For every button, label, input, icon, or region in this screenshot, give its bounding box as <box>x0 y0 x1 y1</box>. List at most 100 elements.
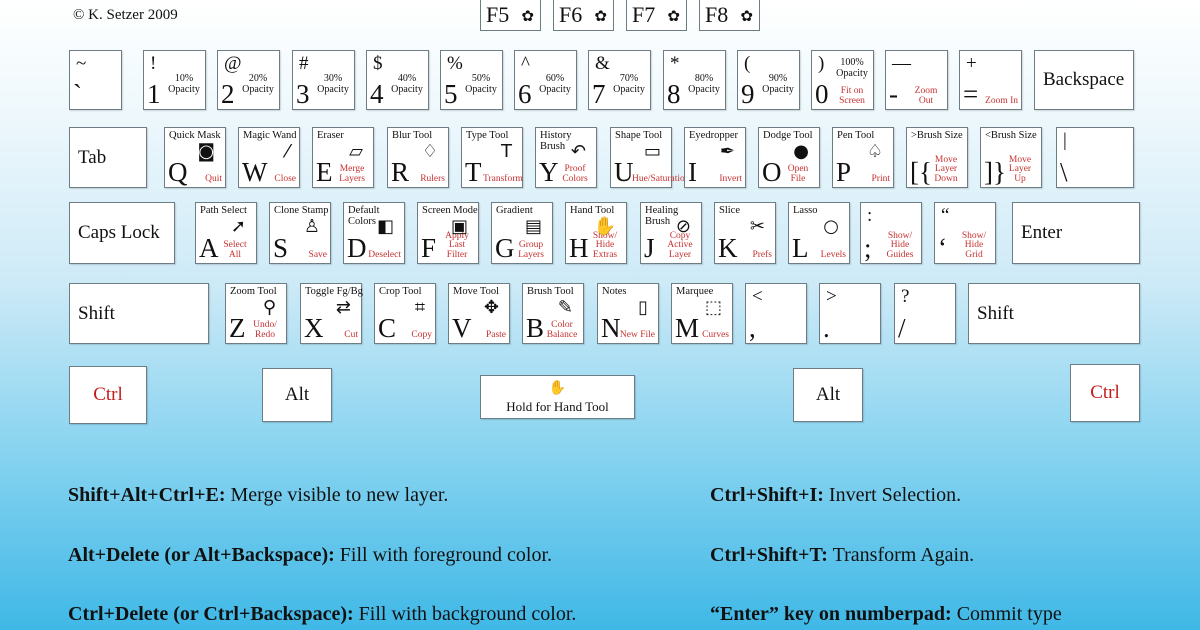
opacity-label: 10% Opacity <box>168 73 200 95</box>
tool-name: Magic Wand <box>243 130 297 141</box>
main-char: B <box>526 313 545 343</box>
key-ctrl-right[interactable]: Ctrl <box>1070 364 1140 422</box>
key-o[interactable]: Dodge Tool O Open File ● <box>758 127 820 188</box>
key-f6[interactable]: F6 ✿ <box>553 0 614 31</box>
main-char: X <box>304 313 324 343</box>
key-6[interactable]: ^ 6 60% Opacity <box>514 50 577 110</box>
key-2[interactable]: @2 20% Opacity <box>217 50 280 110</box>
pen-icon: ♤ <box>866 141 883 162</box>
main-char: A <box>199 233 219 263</box>
key-sym011[interactable]: — - Zoom Out <box>885 50 948 110</box>
key-label: Caps Lock <box>78 222 160 243</box>
key-d[interactable]: Default Colors D Deselect ◧ <box>343 202 405 264</box>
shortcut-keys: Ctrl+Shift+T: <box>710 543 828 566</box>
key-capslock[interactable]: Caps Lock <box>69 202 175 264</box>
tool-name: Move Tool <box>453 286 500 297</box>
key-z[interactable]: Zoom Tool Z Undo/ Redo ⚲ <box>225 283 287 344</box>
main-char: K <box>718 233 738 263</box>
key-m[interactable]: Marquee M Curves ⬚ <box>671 283 733 344</box>
tool-name: Clone Stamp <box>274 205 329 216</box>
key-label: Alt <box>815 384 841 405</box>
key-7[interactable]: & 7 70% Opacity <box>588 50 651 110</box>
key-r[interactable]: Blur Tool R Rulers ♢ <box>387 127 449 188</box>
key-label: F7 <box>632 2 656 27</box>
key-q[interactable]: Quick Mask Q Quit ◙ <box>164 127 226 188</box>
key-x[interactable]: Toggle Fg/Bg X Cut ⇄ <box>300 283 363 344</box>
main-char: / <box>898 313 906 343</box>
shortcut-description: Merge visible to new layer. <box>225 484 449 506</box>
brush-icon: ✎ <box>557 297 573 318</box>
key-backspace[interactable]: Backspace <box>1034 50 1134 110</box>
key-sym211[interactable]: “ ‘ Show/ Hide Grid <box>934 202 996 264</box>
key-label: Backspace <box>1043 69 1125 90</box>
key-e[interactable]: Eraser E Merge Layers ▱ <box>312 127 374 188</box>
key-label: F6 <box>559 2 583 27</box>
key-h[interactable]: Hand Tool H Show/ Hide Extras ✋ <box>565 202 627 264</box>
key-tab[interactable]: Tab <box>69 127 147 188</box>
key-k[interactable]: Slice K Prefs ✂ <box>714 202 776 264</box>
key-9[interactable]: (9 90% Opacity <box>737 50 800 110</box>
key-f[interactable]: Screen Mode F Apply Last Filter ▣ <box>417 202 479 264</box>
key-4[interactable]: $4 40% Opacity <box>366 50 429 110</box>
key-sym310[interactable]: ? / <box>894 283 956 344</box>
key-label: Ctrl <box>1090 382 1120 403</box>
tool-name: Brush Tool <box>527 286 574 297</box>
slice-knife-icon: ✂ <box>749 216 765 237</box>
key-a[interactable]: Path Select A Select All ➚ <box>195 202 257 264</box>
key-s[interactable]: Clone Stamp S Save ♙ <box>269 202 331 264</box>
key-spacebar[interactable]: ✋ Hold for Hand Tool <box>480 375 635 419</box>
key-shift[interactable]: Shift <box>968 283 1140 344</box>
main-char: 7 <box>592 79 606 109</box>
shortcut-description: Fill with foreground color. <box>334 543 552 566</box>
key-f5[interactable]: F5 ✿ <box>480 0 541 31</box>
action-label: Paste <box>485 329 506 340</box>
key-3[interactable]: #3 30% Opacity <box>292 50 355 110</box>
key-j[interactable]: Healing Brush J Copy Active Layer ⊘ <box>640 202 702 264</box>
key-sym00[interactable]: ~ ` <box>69 50 122 110</box>
tool-name: <Brush Size <box>985 130 1037 141</box>
key-alt-left[interactable]: Alt <box>262 368 332 422</box>
key-sym012[interactable]: + = Zoom In <box>959 50 1022 110</box>
key-w[interactable]: Magic Wand W Close ⁄ <box>238 127 300 188</box>
key-sym112[interactable]: <Brush Size]} Move Layer Up <box>980 127 1042 188</box>
key-sym111[interactable]: >Brush Size[{Move Layer Down <box>906 127 968 188</box>
key-l[interactable]: Lasso L Levels ○ <box>788 202 850 264</box>
key-alt-right[interactable]: Alt <box>793 368 863 422</box>
key-0[interactable]: ) 0 100% Opacity Fit on Screen <box>811 50 874 110</box>
action-label: Hue/Saturation <box>632 173 690 184</box>
key-b[interactable]: Brush Tool B Color Balance ✎ <box>522 283 584 344</box>
key-enter[interactable]: Enter <box>1012 202 1140 264</box>
main-char: L <box>792 233 809 263</box>
key-sym113[interactable]: | \ <box>1056 127 1134 188</box>
action-label: Zoom Out <box>914 86 938 106</box>
key-p[interactable]: Pen Tool P Print ♤ <box>832 127 894 188</box>
main-char: = <box>963 79 979 109</box>
key-sym38[interactable]: <, <box>745 283 807 344</box>
key-f7[interactable]: F7 ✿ <box>626 0 687 31</box>
key-v[interactable]: Move Tool V Paste ✥ <box>448 283 510 344</box>
action-label: Cut <box>344 329 358 340</box>
key-c[interactable]: Crop Tool C Copy ⌗ <box>374 283 436 344</box>
key-1[interactable]: ! 1 10% Opacity <box>143 50 206 110</box>
key-y[interactable]: History Brush Y Proof Colors ↶ <box>535 127 597 188</box>
key-u[interactable]: Shape Tool U Hue/Saturation ▭ <box>610 127 690 188</box>
shortcut-note: “Enter” key on numberpad: Commit type <box>710 603 1062 626</box>
shift-char: & <box>595 53 610 74</box>
key-sym210[interactable]: :; Show/ Hide Guides <box>860 202 922 264</box>
shortcut-keys: Ctrl+Shift+I: <box>710 484 824 506</box>
copyright: © K. Setzer 2009 <box>73 7 178 23</box>
shift-char: ! <box>150 53 157 74</box>
key-f8[interactable]: F8 ✿ <box>699 0 760 31</box>
key-sym39[interactable]: >. <box>819 283 881 344</box>
key-n[interactable]: Notes N New File ▯ <box>597 283 659 344</box>
key-ctrl-left[interactable]: Ctrl <box>69 366 147 424</box>
key-g[interactable]: Gradient G Group Layers ▤ <box>491 202 553 264</box>
key-i[interactable]: Eyedropper I Invert ✒ <box>684 127 746 188</box>
key-8[interactable]: * 8 80% Opacity <box>663 50 726 110</box>
note-page-icon: ▯ <box>638 297 648 318</box>
opacity-label: 50% Opacity <box>465 73 497 95</box>
key-shift[interactable]: Shift <box>69 283 209 344</box>
key-t[interactable]: Type Tool T Transform T <box>461 127 523 188</box>
key-5[interactable]: % 5 50% Opacity <box>440 50 503 110</box>
action-label: Show/ Hide Guides <box>886 230 914 260</box>
